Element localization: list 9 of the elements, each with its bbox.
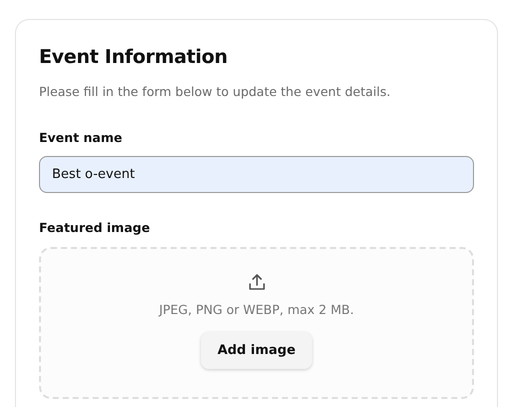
card-subtitle: Please fill in the form below to update the event details. [39,82,392,101]
field-label: Featured image [39,219,151,238]
add-image-button[interactable]: Add image [201,332,312,370]
field-label: Event name [39,128,124,147]
upload-hint: JPEG, PNG or WEBP, max 2 MB. [159,301,354,320]
upload-dropzone[interactable]: JPEG, PNG or WEBP, max 2 MB. Add image [39,247,474,400]
card-title: Event Information [39,46,228,69]
upload-icon [248,273,266,292]
input-field[interactable]: Best o-event [39,156,474,194]
